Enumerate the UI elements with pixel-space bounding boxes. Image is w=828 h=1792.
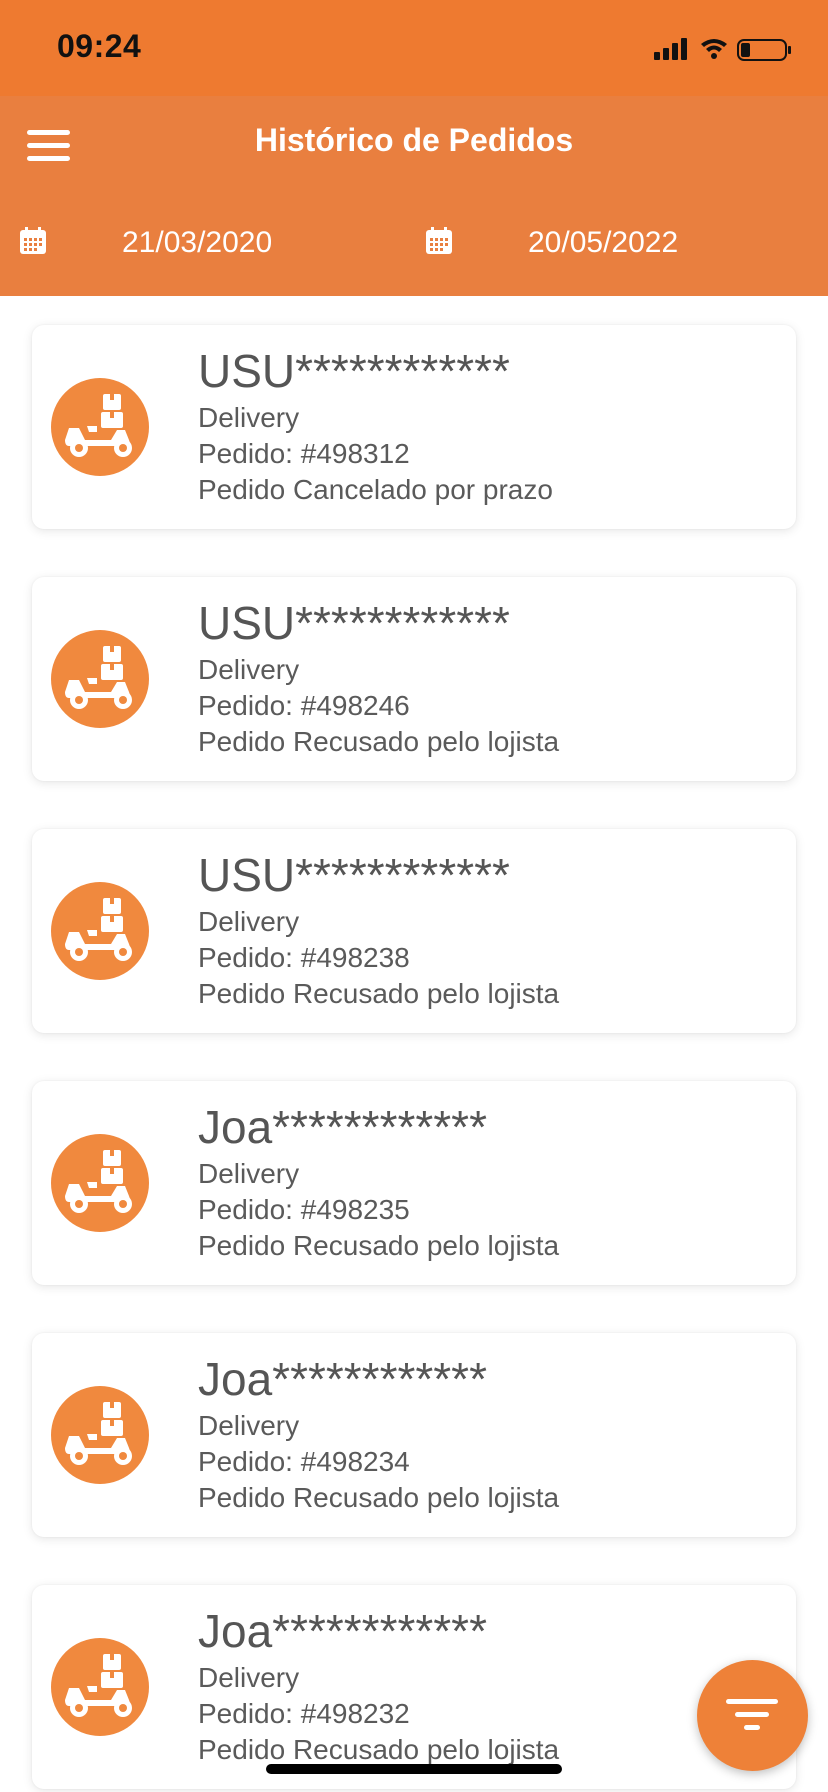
order-status: Pedido Recusado pelo lojista: [198, 726, 560, 757]
delivery-scooter-icon: [65, 644, 132, 709]
customer-name: Joa************: [198, 1353, 487, 1405]
order-number: Pedido: #498234: [198, 1446, 410, 1477]
date-to-value: 20/05/2022: [528, 226, 679, 259]
order-type: Delivery: [198, 654, 300, 685]
order-number: Pedido: #498235: [198, 1194, 410, 1225]
status-time: 09:24: [57, 28, 142, 64]
delivery-scooter-icon: [65, 1400, 132, 1465]
order-type: Delivery: [198, 1410, 300, 1441]
cellular-signal-icon: [654, 38, 687, 60]
order-type: Delivery: [198, 906, 300, 937]
order-type-avatar: [51, 630, 149, 728]
order-type: Delivery: [198, 402, 300, 433]
date-from-value: 21/03/2020: [122, 226, 273, 259]
customer-name: USU************: [198, 345, 510, 397]
customer-name: Joa************: [198, 1101, 487, 1153]
status-bar: 09:24: [0, 0, 828, 96]
order-type-avatar: [51, 1134, 149, 1232]
order-type-avatar: [51, 1638, 149, 1736]
order-card[interactable]: Joa************ Delivery Pedido: #498235 Pe…: [32, 1081, 796, 1285]
order-type-avatar: [51, 378, 149, 476]
order-status: Pedido Recusado pelo lojista: [198, 1482, 560, 1513]
delivery-scooter-icon: [65, 1652, 132, 1717]
page-title: Histórico de Pedidos: [254, 122, 574, 158]
calendar-icon: [426, 227, 452, 254]
status-icons: [654, 34, 794, 64]
order-status: Pedido Cancelado por prazo: [198, 474, 553, 505]
wifi-icon: [701, 39, 727, 59]
customer-name: USU************: [198, 597, 510, 649]
customer-name: Joa************: [198, 1605, 487, 1657]
filter-button[interactable]: [697, 1660, 808, 1771]
order-card[interactable]: USU************ Delivery Pedido: #498246 Pe…: [32, 577, 796, 781]
app-header: Histórico de Pedidos 21/03/2020 20/05/20…: [0, 96, 828, 296]
customer-name: USU************: [198, 849, 510, 901]
order-card[interactable]: Joa************ Delivery Pedido: #498232 Pe…: [32, 1585, 796, 1789]
order-status: Pedido Recusado pelo lojista: [198, 1230, 560, 1261]
order-number: Pedido: #498232: [198, 1698, 410, 1729]
date-from-field[interactable]: 21/03/2020: [18, 216, 378, 276]
order-status: Pedido Recusado pelo lojista: [198, 1734, 560, 1765]
order-type: Delivery: [198, 1662, 300, 1693]
order-status: Pedido Recusado pelo lojista: [198, 978, 560, 1009]
home-indicator: [266, 1764, 562, 1774]
calendar-icon: [20, 227, 46, 254]
battery-icon: [737, 39, 791, 61]
order-type: Delivery: [198, 1158, 300, 1189]
order-type-avatar: [51, 882, 149, 980]
order-number: Pedido: #498238: [198, 942, 410, 973]
order-card[interactable]: USU************ Delivery Pedido: #498312 Pe…: [32, 325, 796, 529]
date-to-field[interactable]: 20/05/2022: [424, 216, 784, 276]
order-card[interactable]: Joa************ Delivery Pedido: #498234 Pe…: [32, 1333, 796, 1537]
order-number: Pedido: #498312: [198, 438, 410, 469]
orders-list: USU************ Delivery Pedido: #498312 Pe…: [0, 296, 828, 1792]
order-type-avatar: [51, 1386, 149, 1484]
order-card[interactable]: USU************ Delivery Pedido: #498238 Pe…: [32, 829, 796, 1033]
delivery-scooter-icon: [65, 1148, 132, 1213]
delivery-scooter-icon: [65, 896, 132, 961]
filter-icon: [726, 1699, 778, 1730]
order-number: Pedido: #498246: [198, 690, 410, 721]
delivery-scooter-icon: [65, 392, 132, 457]
